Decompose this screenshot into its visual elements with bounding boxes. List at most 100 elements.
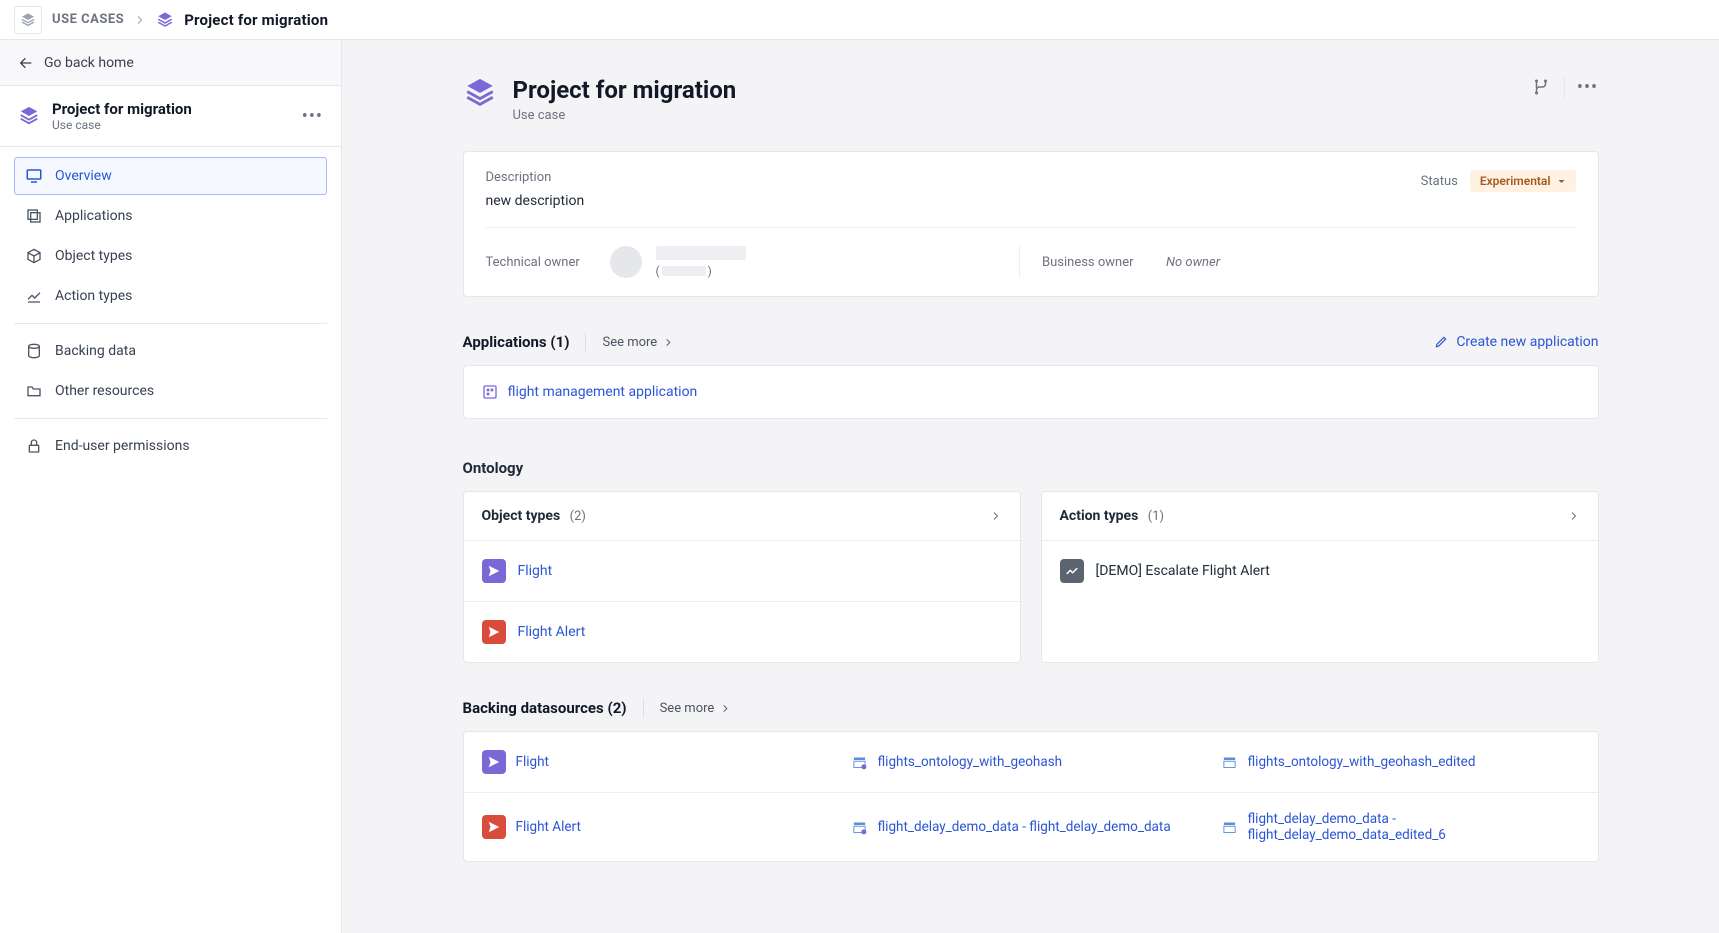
action-types-card: Action types (1) [DEMO] Escalate Flight … [1041, 491, 1599, 663]
owner-name-redacted [656, 246, 746, 260]
dataset-icon [852, 819, 868, 835]
breadcrumb: USE CASES Project for migration [0, 0, 1719, 40]
breadcrumb-root-icon[interactable] [14, 6, 42, 34]
datasources-title: Backing datasources (2) [463, 699, 627, 717]
object-type-name: Flight Alert [518, 624, 586, 640]
actions-filter-button[interactable] [1530, 76, 1552, 98]
object-types-count: (2) [570, 509, 586, 524]
page-subtitle: Use case [513, 108, 1514, 123]
sidebar-item-label: Object types [55, 248, 132, 264]
project-title: Project for migration [52, 100, 290, 118]
breadcrumb-root[interactable]: USE CASES [52, 12, 124, 27]
sidebar-item-object-types[interactable]: Object types [14, 237, 327, 275]
sidebar-item-action-types[interactable]: Action types [14, 277, 327, 315]
action-types-title: Action types [1060, 508, 1139, 524]
datasource-link[interactable]: flights_ontology_with_geohash [852, 754, 1210, 770]
sidebar-item-other-resources[interactable]: Other resources [14, 372, 327, 410]
applications-see-more[interactable]: See more [602, 335, 674, 350]
sidebar-item-label: Other resources [55, 383, 154, 399]
applications-title: Applications (1) [463, 333, 570, 351]
technical-owner-label: Technical owner [486, 255, 596, 270]
apps-icon [25, 207, 43, 225]
application-name: flight management application [508, 384, 698, 400]
datasources-section-head: Backing datasources (2) See more [463, 699, 1599, 717]
datasource-name: flight_delay_demo_data - flight_delay_de… [878, 819, 1171, 835]
chevron-right-icon [720, 703, 731, 714]
applications-list: flight management application [463, 365, 1599, 419]
pencil-icon [1434, 335, 1448, 349]
more-actions-button[interactable]: ••• [1577, 76, 1599, 98]
sidebar-item-applications[interactable]: Applications [14, 197, 327, 235]
object-type-row[interactable]: Flight [464, 541, 1020, 601]
sidebar-item-label: End-user permissions [55, 438, 190, 454]
go-back-label: Go back home [44, 55, 134, 71]
chevron-down-icon [1557, 177, 1566, 186]
sidebar-item-label: Backing data [55, 343, 136, 359]
sidebar-item-end-user-permissions[interactable]: End-user permissions [14, 427, 327, 465]
go-back-home[interactable]: Go back home [0, 40, 341, 86]
datasources-list: Flight flights_ontology_with_geohash fli… [463, 731, 1599, 862]
datasource-object[interactable]: Flight Alert [482, 815, 840, 839]
chevron-right-icon [663, 337, 674, 348]
sidebar-item-label: Action types [55, 288, 132, 304]
description-panel: Description new description Status Exper… [463, 151, 1599, 297]
status-selector[interactable]: Experimental [1470, 170, 1576, 192]
description-value: new description [486, 193, 585, 209]
sidebar-item-label: Applications [55, 208, 133, 224]
layers-icon [156, 11, 174, 29]
chevron-right-icon [990, 510, 1002, 522]
object-type-row[interactable]: Flight Alert [464, 601, 1020, 662]
object-types-header[interactable]: Object types (2) [464, 492, 1020, 541]
layers-icon [20, 12, 36, 28]
datasource-object[interactable]: Flight [482, 750, 840, 774]
action-type-row[interactable]: [DEMO] Escalate Flight Alert [1042, 541, 1598, 601]
branch-icon [1532, 78, 1550, 96]
application-row[interactable]: flight management application [464, 366, 1598, 418]
description-label: Description [486, 170, 585, 185]
project-more-button[interactable]: ••• [302, 106, 323, 127]
object-types-card: Object types (2) Flight [463, 491, 1021, 663]
arrow-left-icon [18, 55, 34, 71]
action-types-header[interactable]: Action types (1) [1042, 492, 1598, 541]
plane-icon [482, 559, 506, 583]
chevron-right-icon [1568, 510, 1580, 522]
sidebar-item-overview[interactable]: Overview [14, 157, 327, 195]
dataset-icon [1222, 819, 1238, 835]
breadcrumb-current[interactable]: Project for migration [184, 11, 328, 29]
lock-icon [25, 437, 43, 455]
action-types-count: (1) [1148, 509, 1164, 524]
ontology-section-title: Ontology [463, 459, 1599, 477]
no-owner-text: No owner [1166, 255, 1220, 270]
action-icon [25, 287, 43, 305]
chevron-right-icon [134, 14, 146, 26]
dataset-icon [1222, 754, 1238, 770]
datasource-link[interactable]: flight_delay_demo_data - flight_delay_de… [1222, 811, 1580, 843]
technical-owner-cell: Technical owner ( ) [486, 246, 1020, 278]
sidebar: Go back home Project for migration Use c… [0, 40, 342, 933]
datasources-see-more[interactable]: See more [660, 701, 732, 716]
page-header: Project for migration Use case ••• [463, 76, 1599, 123]
page-title: Project for migration [513, 76, 1514, 104]
owner-username: ( ) [656, 264, 746, 278]
folder-icon [25, 382, 43, 400]
applications-section-head: Applications (1) See more Create new app… [463, 333, 1599, 351]
datasource-object-name: Flight [516, 754, 549, 770]
project-subtitle: Use case [52, 118, 290, 132]
sidebar-nav: Overview Applications Object types Actio… [0, 147, 341, 477]
plane-icon [482, 620, 506, 644]
status-value: Experimental [1480, 174, 1551, 188]
datasource-link[interactable]: flights_ontology_with_geohash_edited [1222, 754, 1580, 770]
create-application-button[interactable]: Create new application [1434, 334, 1598, 350]
project-card: Project for migration Use case ••• [0, 86, 341, 147]
datasource-link[interactable]: flight_delay_demo_data - flight_delay_de… [852, 819, 1210, 835]
plane-icon [482, 750, 506, 774]
plane-icon [482, 815, 506, 839]
action-type-name: [DEMO] Escalate Flight Alert [1096, 563, 1270, 579]
datasource-name: flights_ontology_with_geohash_edited [1248, 754, 1476, 770]
business-owner-cell: Business owner No owner [1019, 246, 1576, 278]
breadcrumb-current-icon [156, 11, 174, 29]
database-icon [25, 342, 43, 360]
sidebar-item-backing-data[interactable]: Backing data [14, 332, 327, 370]
object-types-title: Object types [482, 508, 561, 524]
layers-icon [463, 76, 497, 110]
